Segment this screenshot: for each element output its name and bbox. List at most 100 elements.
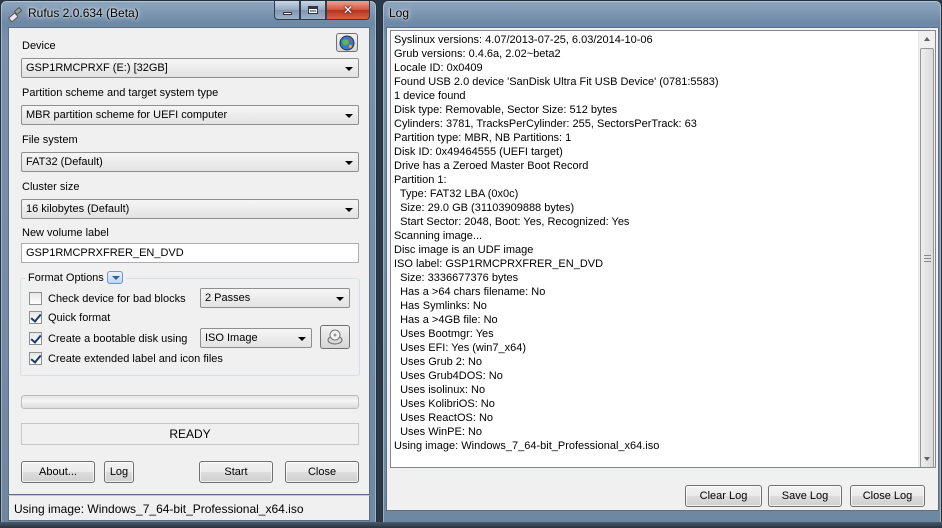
language-button[interactable] bbox=[336, 33, 358, 52]
status-bar: Using image: Windows_7_64-bit_Profession… bbox=[8, 495, 370, 521]
chevron-down-icon bbox=[345, 208, 353, 212]
filesystem-value: FAT32 (Default) bbox=[26, 156, 103, 168]
log-line: Uses Grub 2: No bbox=[394, 356, 483, 368]
select-image-button[interactable] bbox=[320, 325, 350, 349]
log-line: Disk ID: 0x49464555 (UEFI target) bbox=[394, 146, 563, 158]
format-options-title: Format Options bbox=[28, 271, 104, 284]
log-line: Start Sector: 2048, Boot: Yes, Recognize… bbox=[394, 216, 630, 228]
volume-label-field[interactable] bbox=[21, 243, 359, 263]
bootable-label: Create a bootable disk using bbox=[48, 332, 188, 345]
log-line: Partition 1: bbox=[394, 174, 447, 186]
log-line: Locale ID: 0x0409 bbox=[394, 62, 483, 74]
log-line: Disc image is an UDF image bbox=[394, 244, 534, 256]
rufus-usb-icon bbox=[8, 6, 24, 22]
boot-type-select[interactable]: ISO Image bbox=[200, 328, 312, 348]
clear-log-button[interactable]: Clear Log bbox=[685, 485, 762, 507]
grip-line bbox=[924, 258, 931, 259]
extended-label-checkbox[interactable] bbox=[29, 352, 42, 365]
log-line: Uses WinPE: No bbox=[394, 426, 483, 438]
progress-bar bbox=[21, 395, 359, 409]
log-button[interactable]: Log bbox=[104, 461, 134, 483]
log-line: Size: 29.0 GB (31103909888 bytes) bbox=[394, 202, 575, 214]
passes-select[interactable]: 2 Passes bbox=[200, 288, 350, 308]
volume-label-caption: New volume label bbox=[22, 227, 109, 239]
log-line: Uses Grub4DOS: No bbox=[394, 370, 503, 382]
close-log-button[interactable]: Close Log bbox=[850, 485, 925, 507]
quick-format-checkbox[interactable] bbox=[29, 311, 42, 324]
volume-label-input[interactable] bbox=[22, 244, 358, 262]
log-text: Syslinux versions: 4.07/2013-07-25, 6.03… bbox=[394, 33, 917, 453]
partition-scheme-select[interactable]: MBR partition scheme for UEFI computer bbox=[21, 105, 359, 125]
status-text: READY bbox=[169, 427, 211, 441]
log-line: Uses EFI: Yes (win7_x64) bbox=[394, 342, 527, 354]
scroll-down-button[interactable] bbox=[919, 451, 935, 467]
log-line: Cylinders: 3781, TracksPerCylinder: 255,… bbox=[394, 118, 697, 130]
chevron-down-icon bbox=[345, 114, 353, 118]
device-label: Device bbox=[22, 40, 56, 52]
start-button[interactable]: Start bbox=[199, 461, 273, 483]
log-line: Drive has a Zeroed Master Boot Record bbox=[394, 160, 589, 172]
boot-type-value: ISO Image bbox=[205, 332, 258, 344]
device-value: GSP1RMCPRXF (E:) [32GB] bbox=[26, 62, 168, 74]
partition-label: Partition scheme and target system type bbox=[22, 87, 219, 99]
extended-label-option[interactable]: Create extended label and icon files bbox=[29, 352, 223, 365]
maximize-icon bbox=[308, 6, 318, 14]
log-line: Uses ReactOS: No bbox=[394, 412, 494, 424]
log-client-area: Syslinux versions: 4.07/2013-07-25, 6.03… bbox=[386, 27, 939, 511]
bootable-checkbox[interactable] bbox=[29, 332, 42, 345]
cluster-size-select[interactable]: 16 kilobytes (Default) bbox=[21, 199, 359, 219]
log-line: ISO label: GSP1RMCPRXFRER_EN_DVD bbox=[394, 258, 604, 270]
chevron-down-icon bbox=[298, 337, 306, 341]
minimize-button[interactable] bbox=[274, 1, 300, 20]
log-line: Has a >4GB file: No bbox=[394, 314, 498, 326]
log-line: 1 device found bbox=[394, 90, 466, 102]
about-button[interactable]: About... bbox=[21, 461, 95, 483]
log-window: Log Syslinux versions: 4.07/2013-07-25, … bbox=[382, 0, 942, 524]
cluster-label: Cluster size bbox=[22, 181, 80, 193]
log-line: Uses isolinux: No bbox=[394, 384, 486, 396]
grip-line bbox=[924, 261, 931, 262]
filesystem-label: File system bbox=[22, 134, 78, 146]
log-line: Grub versions: 0.4.6a, 2.02~beta2 bbox=[394, 48, 561, 60]
grip-line bbox=[924, 255, 931, 256]
bootable-option[interactable]: Create a bootable disk using bbox=[29, 332, 187, 345]
chevron-down-icon bbox=[345, 161, 353, 165]
maximize-button[interactable] bbox=[300, 1, 326, 20]
extended-label-label: Create extended label and icon files bbox=[48, 352, 223, 365]
window-title: Rufus 2.0.634 (Beta) bbox=[28, 6, 139, 20]
cluster-value: 16 kilobytes (Default) bbox=[26, 203, 130, 215]
quick-format-option[interactable]: Quick format bbox=[29, 311, 110, 324]
close-button[interactable]: Close bbox=[285, 461, 359, 483]
disc-drive-icon bbox=[327, 329, 343, 345]
filesystem-select[interactable]: FAT32 (Default) bbox=[21, 152, 359, 172]
log-textarea[interactable]: Syslinux versions: 4.07/2013-07-25, 6.03… bbox=[390, 30, 936, 468]
log-window-title: Log bbox=[389, 6, 410, 20]
close-window-button[interactable]: ✕ bbox=[326, 1, 370, 20]
globe-icon bbox=[339, 35, 355, 50]
log-line: Size: 3336677376 bytes bbox=[394, 272, 519, 284]
bad-blocks-option[interactable]: Check device for bad blocks bbox=[29, 292, 186, 305]
log-line: Syslinux versions: 4.07/2013-07-25, 6.03… bbox=[394, 34, 653, 46]
chevron-down-icon bbox=[345, 67, 353, 71]
close-icon: ✕ bbox=[342, 3, 354, 17]
quick-format-label: Quick format bbox=[48, 311, 111, 324]
log-line: Partition type: MBR, NB Partitions: 1 bbox=[394, 132, 572, 144]
desktop-background bbox=[0, 522, 942, 528]
save-log-button[interactable]: Save Log bbox=[768, 485, 842, 507]
device-select[interactable]: GSP1RMCPRXF (E:) [32GB] bbox=[21, 58, 359, 78]
passes-value: 2 Passes bbox=[205, 292, 251, 304]
minimize-icon bbox=[282, 11, 292, 15]
chevron-up-icon bbox=[924, 37, 930, 41]
log-scrollbar[interactable] bbox=[918, 31, 935, 467]
log-line: Using image: Windows_7_64-bit_Profession… bbox=[394, 440, 660, 452]
bad-blocks-checkbox[interactable] bbox=[29, 292, 42, 305]
scroll-up-button[interactable] bbox=[919, 31, 935, 47]
log-titlebar[interactable]: Log bbox=[383, 1, 941, 27]
caption-buttons: ✕ bbox=[274, 1, 370, 20]
expand-options-button[interactable] bbox=[106, 271, 123, 284]
rufus-titlebar[interactable]: Rufus 2.0.634 (Beta) ✕ bbox=[1, 1, 376, 27]
scroll-thumb[interactable] bbox=[920, 48, 934, 467]
rufus-client-area: Device GSP1RMCPRXF (E:) [32GB] Partition… bbox=[8, 27, 370, 495]
log-line: Type: FAT32 LBA (0x0c) bbox=[394, 188, 519, 200]
partition-value: MBR partition scheme for UEFI computer bbox=[26, 109, 228, 121]
